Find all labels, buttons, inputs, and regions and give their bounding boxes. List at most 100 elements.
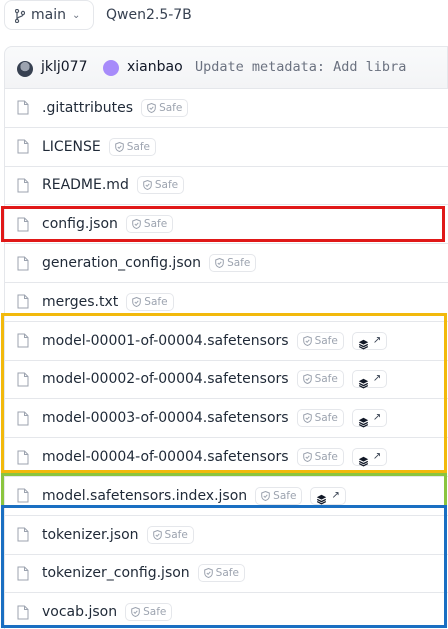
file-row[interactable]: config.json Safe <box>5 204 448 243</box>
file-icon <box>17 217 29 232</box>
shield-check-icon <box>132 219 141 230</box>
file-row[interactable]: .gitattributes Safe <box>5 88 448 127</box>
file-name-link[interactable]: .gitattributes <box>42 100 133 116</box>
file-name-link[interactable]: model.safetensors.index.json <box>42 488 247 504</box>
file-row[interactable]: model-00003-of-00004.safetensors Safe ↗ <box>5 398 448 437</box>
shield-check-icon <box>132 296 142 307</box>
file-name-link[interactable]: merges.txt <box>42 294 118 310</box>
file-icon <box>17 333 29 348</box>
safe-badge-label: Safe <box>314 412 338 425</box>
file-icon <box>17 566 29 581</box>
shield-check-icon <box>261 490 270 501</box>
safe-badge-label: Safe <box>126 140 151 153</box>
external-link-icon: ↗ <box>331 489 340 501</box>
shield-check-icon <box>152 529 162 540</box>
safe-badge[interactable]: Safe <box>125 603 173 622</box>
file-name-link[interactable]: LICENSE <box>42 139 101 155</box>
file-row[interactable]: model-00002-of-00004.safetensors Safe ↗ <box>5 359 448 399</box>
file-icon <box>17 450 29 465</box>
branch-label: main <box>31 7 66 23</box>
file-row[interactable]: README.md Safe <box>5 165 448 205</box>
commit-author-link[interactable]: jklj077 <box>41 59 88 75</box>
file-name-link[interactable]: model-00002-of-00004.safetensors <box>42 371 289 387</box>
shield-check-icon <box>302 452 312 463</box>
avatar[interactable] <box>103 60 119 76</box>
safe-badge[interactable]: Safe <box>296 409 344 428</box>
tensor-viewer-button[interactable]: ↗ <box>310 486 346 505</box>
file-icon <box>17 527 29 542</box>
file-name-link[interactable]: vocab.json <box>42 604 117 620</box>
safe-badge-label: Safe <box>164 528 188 541</box>
shield-check-icon <box>147 102 156 113</box>
safe-badge[interactable]: Safe <box>125 215 174 234</box>
file-row[interactable]: vocab.json Safe <box>5 592 448 629</box>
shield-check-icon <box>302 413 312 424</box>
file-icon <box>17 488 29 503</box>
commit-coauthor-link[interactable]: xianbao <box>127 59 183 75</box>
file-name-link[interactable]: tokenizer.json <box>42 527 139 543</box>
file-row[interactable]: tokenizer_config.json Safe <box>5 553 448 593</box>
file-icon <box>17 605 29 620</box>
file-row[interactable]: model.safetensors.index.json Safe ↗ <box>5 475 448 515</box>
git-branch-icon <box>14 8 26 24</box>
file-row[interactable]: model-00004-of-00004.safetensors Safe ↗ <box>5 437 448 476</box>
safe-badge-label: Safe <box>143 218 168 231</box>
file-name-link[interactable]: model-00004-of-00004.safetensors <box>42 449 289 465</box>
file-icon <box>17 178 29 193</box>
chevron-down-icon: ⌄ <box>71 9 81 21</box>
last-commit-row: jklj077 xianbao Update metadata: Add lib… <box>4 46 448 88</box>
file-name-link[interactable]: config.json <box>42 216 118 232</box>
safe-badge-label: Safe <box>227 257 251 270</box>
safe-badge[interactable]: Safe <box>209 254 257 273</box>
safe-badge-label: Safe <box>273 489 297 502</box>
repo-header: main ⌄ Qwen2.5-7B <box>0 0 448 34</box>
safe-badge-label: Safe <box>215 567 239 580</box>
safe-badge[interactable]: Safe <box>146 525 194 544</box>
safe-badge[interactable]: Safe <box>296 331 344 350</box>
tensor-viewer-button[interactable]: ↗ <box>351 448 388 467</box>
safe-badge-label: Safe <box>314 373 338 386</box>
shield-check-icon <box>302 335 312 346</box>
tensor-viewer-button[interactable]: ↗ <box>351 370 388 389</box>
external-link-icon: ↗ <box>372 412 382 424</box>
file-name-link[interactable]: model-00003-of-00004.safetensors <box>42 410 289 426</box>
repo-name-breadcrumb[interactable]: Qwen2.5-7B <box>106 7 192 23</box>
file-row[interactable]: model-00001-of-00004.safetensors Safe ↗ <box>5 320 448 360</box>
file-row[interactable]: generation_config.json Safe <box>5 243 448 282</box>
file-row[interactable]: tokenizer.json Safe <box>5 514 448 554</box>
safe-badge[interactable]: Safe <box>197 564 245 583</box>
avatar[interactable] <box>17 61 33 77</box>
file-icon <box>17 411 29 426</box>
file-name-link[interactable]: README.md <box>42 177 129 193</box>
safe-badge-label: Safe <box>159 101 183 114</box>
shield-check-icon <box>131 607 140 618</box>
safe-badge[interactable]: Safe <box>126 292 174 311</box>
safe-badge[interactable]: Safe <box>296 448 344 467</box>
safe-badge[interactable]: Safe <box>296 370 344 389</box>
tensor-viewer-button[interactable]: ↗ <box>351 331 388 350</box>
external-link-icon: ↗ <box>372 373 382 385</box>
safe-badge-label: Safe <box>144 295 168 308</box>
safe-badge[interactable]: Safe <box>108 137 157 156</box>
safe-badge[interactable]: Safe <box>136 176 185 195</box>
file-name-link[interactable]: tokenizer_config.json <box>42 565 190 581</box>
commit-message-link[interactable]: Update metadata: Add libra <box>195 59 406 75</box>
safe-badge-label: Safe <box>314 451 338 464</box>
branch-selector-button[interactable]: main ⌄ <box>4 0 94 30</box>
tensor-viewer-button[interactable]: ↗ <box>351 409 388 428</box>
safe-badge[interactable]: Safe <box>141 98 189 117</box>
layers-icon <box>358 413 369 428</box>
file-row[interactable]: LICENSE Safe <box>5 126 448 166</box>
safe-badge[interactable]: Safe <box>255 486 303 505</box>
file-name-link[interactable]: generation_config.json <box>42 255 201 271</box>
file-name-link[interactable]: model-00001-of-00004.safetensors <box>42 333 289 349</box>
shield-check-icon <box>203 568 213 579</box>
shield-check-icon <box>114 141 124 152</box>
file-row[interactable]: merges.txt Safe <box>5 281 448 321</box>
file-icon <box>17 139 29 154</box>
layers-icon <box>358 452 369 467</box>
shield-check-icon <box>215 258 224 269</box>
layers-icon <box>358 335 369 350</box>
safe-badge-label: Safe <box>154 179 179 192</box>
shield-check-icon <box>302 374 312 385</box>
